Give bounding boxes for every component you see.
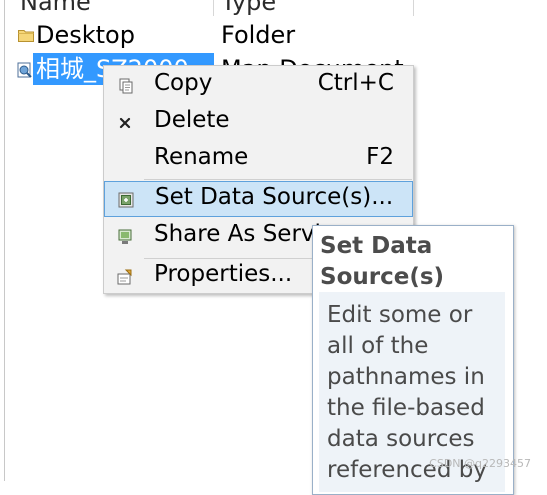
properties-icon — [117, 269, 132, 285]
menu-item-label: Properties... — [154, 261, 293, 287]
menu-item-label: Set Data Source(s)... — [155, 184, 394, 210]
column-separator[interactable] — [213, 0, 214, 16]
share-as-service-icon — [118, 229, 132, 244]
menu-item-copy[interactable]: Copy Ctrl+C — [104, 68, 413, 104]
menu-item-label: Rename — [154, 144, 249, 170]
menu-item-rename[interactable]: Rename F2 — [104, 142, 413, 178]
menu-item-set-data-sources[interactable]: Set Data Source(s)... — [104, 181, 413, 217]
watermark: CSDN @q2293457 — [429, 457, 531, 470]
map-document-icon — [17, 62, 32, 78]
menu-item-label: Delete — [154, 107, 230, 133]
copy-icon — [119, 78, 133, 94]
tooltip-title: Set Data Source(s) — [320, 233, 445, 290]
tooltip: Set Data Source(s) Edit some or all of t… — [312, 225, 514, 495]
folder-icon — [18, 30, 34, 42]
list-panel-border — [4, 0, 5, 481]
menu-item-shortcut: Ctrl+C — [317, 70, 394, 96]
set-data-source-icon — [118, 192, 134, 208]
list-item-type: Folder — [221, 21, 296, 49]
column-separator[interactable] — [413, 0, 414, 16]
menu-separator — [144, 179, 412, 180]
list-item-name: Desktop — [36, 21, 135, 49]
delete-x-icon — [119, 117, 131, 129]
list-item-desktop[interactable]: Desktop — [17, 20, 217, 52]
column-header-name[interactable]: Name — [20, 0, 91, 16]
menu-item-shortcut: F2 — [366, 144, 394, 170]
menu-item-label: Copy — [154, 70, 213, 96]
menu-item-delete[interactable]: Delete — [104, 105, 413, 141]
column-header-type[interactable]: Type — [221, 0, 276, 16]
